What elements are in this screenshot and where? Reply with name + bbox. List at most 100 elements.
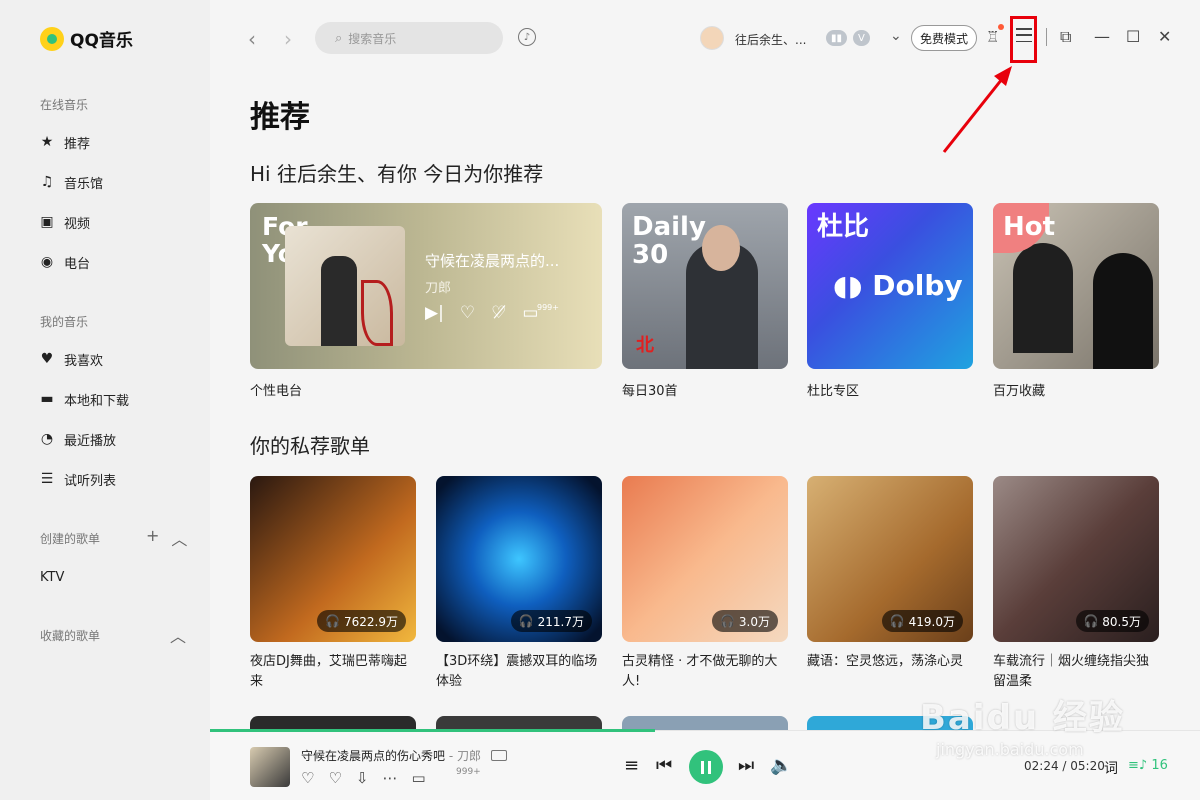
sidebar-item-label: 音乐馆	[64, 176, 104, 192]
avatar[interactable]	[700, 26, 724, 50]
play-count: 80.5万	[1102, 614, 1141, 629]
minimize-icon[interactable]: —	[1094, 27, 1110, 46]
app-logo[interactable]: QQ音乐	[40, 26, 133, 51]
playlist-title[interactable]: 藏语：空灵悠远，荡涤心灵	[807, 652, 973, 672]
play-mode-icon[interactable]: ≡	[624, 755, 639, 776]
like-icon[interactable]: ♡	[301, 769, 314, 787]
hot-card[interactable]: Hot	[993, 203, 1159, 369]
now-playing-title[interactable]: 守候在凌晨两点的伤心秀吧 - 刀郎	[301, 747, 507, 764]
star-icon: ★	[40, 134, 54, 150]
heart-icon: ♥	[40, 351, 54, 367]
mv-icon[interactable]	[490, 750, 507, 761]
lyrics-button[interactable]: 词	[1104, 758, 1118, 778]
play-next-icon[interactable]: ▶|	[425, 303, 444, 323]
card-label-for-you[interactable]: 个性电台	[250, 380, 302, 399]
chevron-up-icon[interactable]: ︿	[170, 623, 186, 647]
playlist-title[interactable]: 【3D环绕】震撼双耳的临场体验	[436, 652, 602, 692]
dolby-logo-text: Dolby	[872, 269, 963, 302]
skin-shirt-icon[interactable]: ♖	[986, 28, 999, 46]
playlist-card[interactable]: 🎧 7622.9万	[250, 476, 416, 642]
play-count: 211.7万	[537, 614, 584, 629]
playlist-title[interactable]: 车载流行｜烟火缠绕指尖独留温柔	[993, 652, 1159, 692]
sidebar-item-label: KTV	[40, 569, 65, 585]
clock-icon: ◔	[40, 431, 54, 447]
sidebar-item-label: 视频	[64, 216, 91, 232]
volume-icon[interactable]: 🔈	[770, 755, 792, 776]
playlist-card[interactable]: 🎧 80.5万	[993, 476, 1159, 642]
playlist-card[interactable]: 🎧 3.0万	[622, 476, 788, 642]
chevron-up-icon[interactable]: ︿	[171, 526, 187, 550]
comment-count: 999+	[456, 767, 481, 777]
close-icon[interactable]: ✕	[1158, 27, 1171, 46]
username[interactable]: 往后余生、...	[735, 31, 806, 48]
qq-music-logo-icon	[40, 26, 64, 51]
mini-mode-icon[interactable]: ⧉	[1060, 27, 1071, 47]
back-arrow-icon[interactable]: ‹	[248, 27, 256, 51]
daily-cover-figure	[702, 225, 740, 271]
previous-icon[interactable]: ⏮	[656, 755, 672, 776]
greeting: Hi 往后余生、有你 今日为你推荐	[250, 162, 544, 186]
playlist-title[interactable]: 古灵精怪 · 才不做无聊的大人!	[622, 652, 788, 692]
sidebar-item-video[interactable]: ▣ 视频	[38, 211, 90, 233]
level-badge: ▮▮	[826, 30, 848, 46]
forward-arrow-icon[interactable]: ›	[284, 27, 292, 51]
page-title: 推荐	[250, 100, 310, 135]
now-playing-cover[interactable]	[250, 747, 290, 787]
sidebar-item-label: 本地和下载	[64, 393, 130, 409]
download-icon[interactable]: ⇩	[356, 769, 369, 787]
sidebar-item-radio[interactable]: ◉ 电台	[38, 251, 90, 273]
card-label-dolby[interactable]: 杜比专区	[807, 380, 859, 399]
music-note-icon: ♫	[40, 174, 54, 190]
play-count: 7622.9万	[344, 614, 398, 629]
add-playlist-icon[interactable]: +	[146, 526, 159, 550]
more-icon[interactable]: ⋯	[382, 769, 397, 787]
comment-count: 999+	[537, 303, 559, 312]
sidebar-item-liked[interactable]: ♥ 我喜欢	[38, 348, 103, 370]
dislike-icon[interactable]: ♡	[328, 769, 341, 787]
dislike-icon[interactable]: ♡̸	[491, 303, 506, 323]
sidebar-item-ktv[interactable]: KTV	[40, 566, 64, 588]
card-label-daily[interactable]: 每日30首	[622, 380, 678, 399]
daily-30-card[interactable]: Daily 30 北	[622, 203, 788, 369]
like-icon[interactable]: ♡	[460, 303, 475, 323]
sidebar-item-local-download[interactable]: ▬ 本地和下载	[38, 388, 129, 410]
playlist-card[interactable]: 🎧 211.7万	[436, 476, 602, 642]
voice-search-icon[interactable]: ♪	[518, 28, 536, 46]
monitor-icon: ▬	[40, 391, 54, 407]
sidebar-item-music-hall[interactable]: ♫ 音乐馆	[38, 171, 103, 193]
chevron-down-icon[interactable]: ⌄	[890, 28, 902, 44]
radio-icon: ◉	[40, 254, 54, 270]
sidebar-item-recommend[interactable]: ★ 推荐	[38, 131, 90, 153]
pause-button[interactable]	[689, 750, 723, 784]
free-mode-button[interactable]: 免费模式	[911, 25, 978, 51]
playlist-icon: ☰	[40, 471, 54, 487]
sidebar-item-recent[interactable]: ◔ 最近播放	[38, 428, 116, 450]
sidebar-item-trial-list[interactable]: ☰ 试听列表	[38, 468, 116, 490]
for-you-cover	[285, 226, 405, 346]
for-you-song[interactable]: 守候在凌晨两点的...	[425, 250, 590, 271]
dolby-card[interactable]: 杜比 ◖◗ Dolby	[807, 203, 973, 369]
comment-icon[interactable]: ▭	[522, 303, 538, 323]
now-playing-artist[interactable]: 刀郎	[457, 749, 481, 763]
created-tools: + ︿	[146, 526, 187, 550]
comment-icon[interactable]: ▭	[411, 769, 425, 787]
playlist-title[interactable]: 夜店DJ舞曲，艾瑞巴蒂嗨起来	[250, 652, 416, 692]
queue-button[interactable]: ≡♪ 16	[1128, 758, 1168, 773]
progress-bar[interactable]	[210, 729, 655, 732]
sidebar-item-label: 推荐	[64, 136, 91, 152]
search-icon: ⌕	[335, 30, 343, 46]
queue-count: 16	[1151, 758, 1168, 773]
collected-tools: ︿	[170, 623, 186, 647]
sidebar-item-label: 试听列表	[64, 473, 117, 489]
daily-title-line1: Daily	[632, 212, 706, 242]
divider	[1046, 28, 1047, 46]
vip-badges[interactable]: ▮▮ V	[826, 30, 870, 46]
search-placeholder: 搜索音乐	[348, 31, 397, 46]
maximize-icon[interactable]: ☐	[1126, 27, 1140, 46]
playlist-card[interactable]: 🎧 419.0万	[807, 476, 973, 642]
next-icon[interactable]: ⏭	[738, 755, 754, 776]
for-you-artist[interactable]: 刀郎	[425, 277, 451, 296]
for-you-card[interactable]: For You 守候在凌晨两点的... 刀郎 ▶| ♡ ♡̸ ▭ 999+	[250, 203, 602, 369]
search-input[interactable]: ⌕ 搜索音乐	[315, 22, 503, 54]
card-label-hot[interactable]: 百万收藏	[993, 380, 1045, 399]
